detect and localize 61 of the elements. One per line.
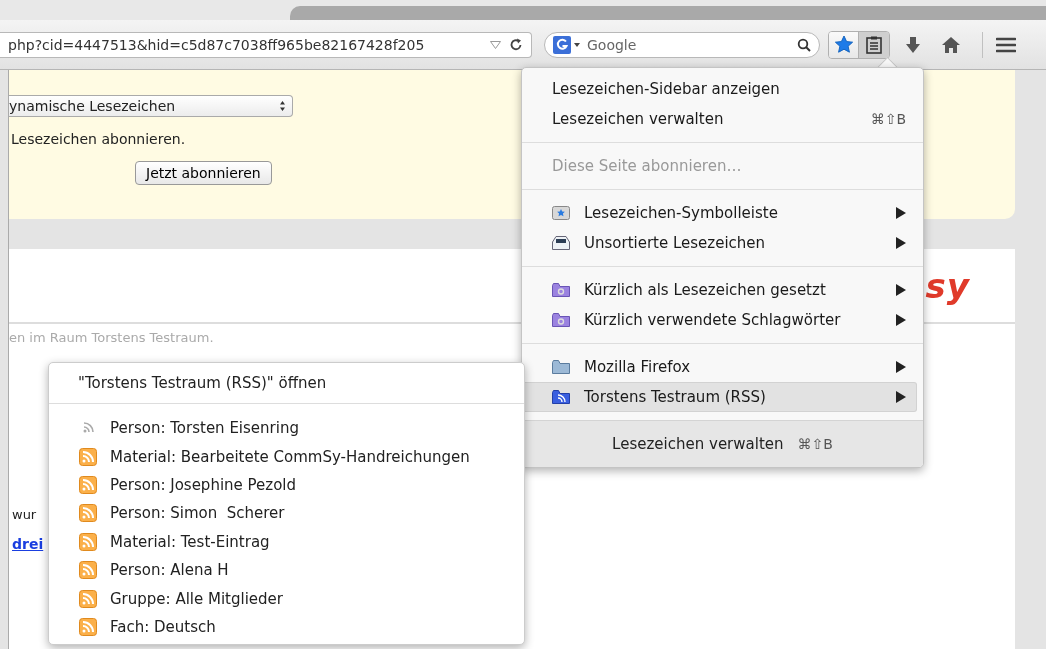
menu-item[interactable]: Unsortierte Lesezeichen [522, 228, 917, 258]
dropdown-icon [490, 40, 501, 49]
submenu-arrow-icon [896, 207, 906, 219]
search-engine-icon [553, 35, 581, 54]
bookmark-star-button[interactable] [829, 31, 859, 58]
menu-item[interactable]: Lesezeichen-Symbolleiste [522, 198, 917, 228]
room-text: en im Raum Torstens Testraum. [9, 329, 215, 345]
feed-icon [79, 447, 97, 466]
submenu-arrow-icon [896, 361, 906, 373]
bookmarks-menu-button[interactable] [859, 31, 889, 58]
feed-icon [79, 617, 97, 636]
menu-item[interactable]: Mozilla Firefox [522, 352, 917, 382]
home-icon [941, 35, 961, 54]
logo: sy [925, 265, 970, 306]
shortcut-text: ⌘⇧B [870, 111, 906, 127]
feed-icon [79, 589, 97, 608]
star-folder-icon [552, 206, 570, 220]
search-field[interactable]: Google [544, 31, 820, 58]
star-icon [833, 34, 854, 55]
search-icon [797, 37, 811, 52]
feed-icon [79, 475, 97, 494]
menu-item[interactable]: Torstens Testraum (RSS) [522, 382, 917, 412]
tray-icon [552, 236, 570, 250]
feed-icon [79, 532, 97, 551]
feed-reader-select[interactable]: ynamische Lesezeichen [9, 95, 293, 117]
feed-item[interactable]: Material: Bearbeitete CommSy-Handreichungen [49, 442, 524, 471]
menu-item[interactable]: Lesezeichen verwalten ⌘⇧B [522, 104, 917, 134]
feed-item[interactable]: Person: Josephine Pezold [49, 470, 524, 500]
reload-icon [509, 37, 523, 52]
submenu-arrow-icon [896, 284, 906, 296]
subscribe-button[interactable]: Jetzt abonnieren [135, 161, 272, 185]
menu-item[interactable]: Kürzlich als Lesezeichen gesetzt [522, 275, 917, 305]
folder-icon [552, 360, 570, 374]
feed-item[interactable]: Material: Test-Eintrag [49, 527, 524, 556]
open-feed-item[interactable]: "Torstens Testraum (RSS)" öffnen [49, 363, 524, 404]
shortcut-text: ⌘⇧B [797, 436, 833, 452]
download-icon [905, 35, 921, 54]
submenu-arrow-icon [896, 314, 906, 326]
feed-icon [79, 504, 97, 523]
feed-item[interactable]: Person: Torsten Eisenring [49, 414, 524, 443]
url-field[interactable]: php?cid=4447513&hid=c5d87c7038ff965be82167428f205 [0, 31, 532, 58]
submenu-arrow-icon [896, 391, 906, 403]
subscribe-text: Lesezeichen abonnieren. [10, 131, 186, 147]
search-input[interactable]: Google [585, 35, 793, 54]
menu-item[interactable]: Kürzlich verwendete Schlagwörter [522, 305, 917, 335]
gear-folder-icon [552, 283, 570, 297]
body-text: wur [12, 507, 37, 522]
submenu-arrow-icon [896, 237, 906, 249]
feed-item[interactable]: Person: Alena H [49, 555, 524, 585]
manage-bookmarks-link[interactable]: Lesezeichen verwalten [612, 435, 784, 453]
feed-item[interactable]: Gruppe: Alle Mitglieder [49, 584, 524, 613]
clipboard-icon [866, 35, 882, 54]
gear-folder-icon [552, 313, 570, 327]
feed-icon [79, 561, 97, 580]
item-link[interactable]: drei [12, 536, 44, 552]
feed-item[interactable]: Person: Simon Scherer [49, 499, 524, 528]
feed-item[interactable]: Fach: Deutsch [49, 612, 524, 642]
menu-item[interactable]: Lesezeichen-Sidebar anzeigen [522, 74, 917, 104]
stepper-icon [279, 100, 286, 112]
menu-icon [996, 36, 1016, 53]
feed-folder-icon [552, 390, 570, 404]
